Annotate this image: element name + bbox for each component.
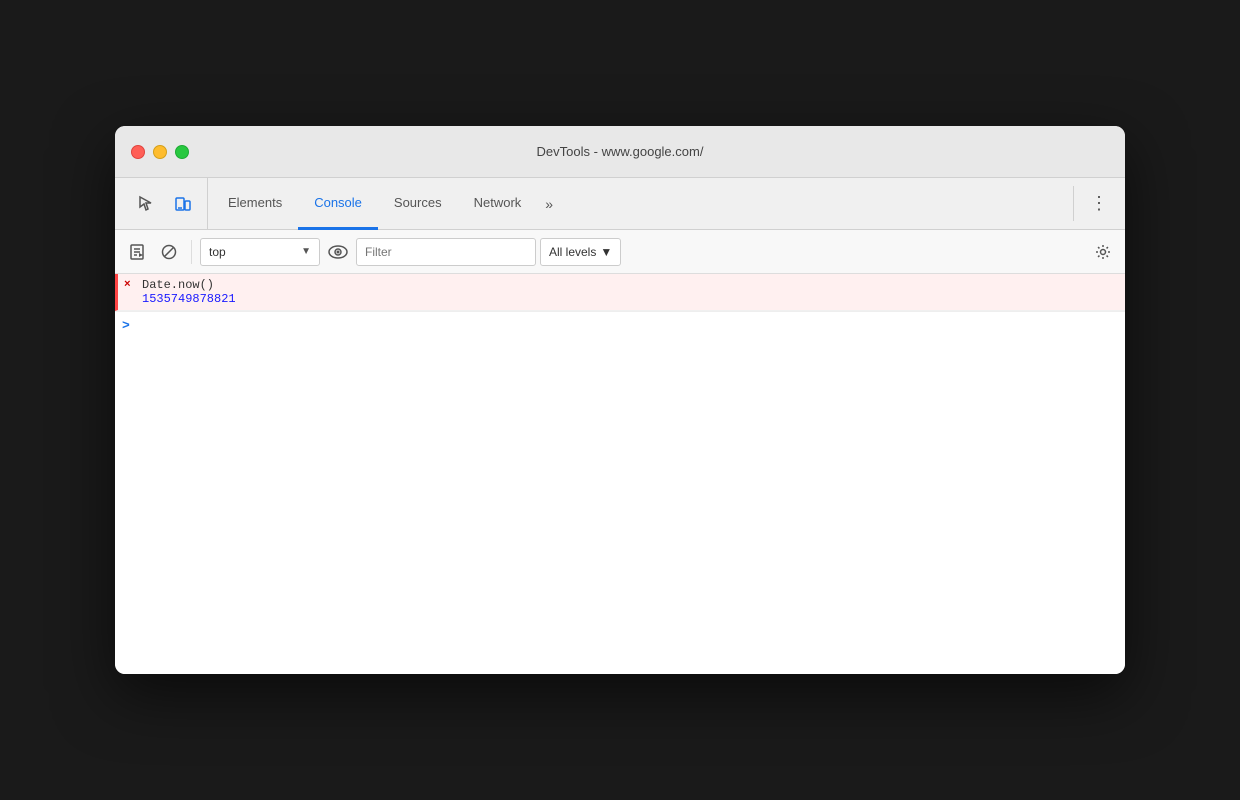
minimize-button[interactable]: [153, 145, 167, 159]
console-input-line[interactable]: >: [115, 311, 1125, 338]
entry-content: Date.now() 1535749878821: [142, 278, 1117, 306]
tab-spacer: [561, 178, 1065, 229]
tab-separator: [1073, 186, 1074, 221]
traffic-lights: [131, 145, 189, 159]
execute-icon[interactable]: [123, 238, 151, 266]
close-button[interactable]: [131, 145, 145, 159]
error-icon: ×: [124, 279, 131, 291]
console-entry: × Date.now() 1535749878821: [115, 274, 1125, 311]
maximize-button[interactable]: [175, 145, 189, 159]
window-title: DevTools - www.google.com/: [537, 144, 704, 159]
console-input[interactable]: [139, 318, 1117, 332]
filter-input[interactable]: [356, 238, 536, 266]
devtools-menu-button[interactable]: ⋮: [1082, 178, 1117, 229]
entry-command: Date.now(): [142, 278, 1117, 292]
devtools-window: DevTools - www.google.com/ Elements: [115, 126, 1125, 674]
context-selector[interactable]: top ▼: [200, 238, 320, 266]
tab-bar: Elements Console Sources Network » ⋮: [115, 178, 1125, 230]
clear-console-icon[interactable]: [155, 238, 183, 266]
context-value: top: [209, 245, 293, 259]
settings-icon[interactable]: [1089, 238, 1117, 266]
title-bar: DevTools - www.google.com/: [115, 126, 1125, 178]
log-levels-button[interactable]: All levels ▼: [540, 238, 621, 266]
eye-icon[interactable]: [324, 238, 352, 266]
tab-network[interactable]: Network: [458, 178, 538, 230]
tab-sources[interactable]: Sources: [378, 178, 458, 230]
devtools-icons: [123, 178, 208, 229]
inspect-icon[interactable]: [131, 188, 163, 220]
more-tabs-button[interactable]: »: [537, 178, 561, 229]
levels-dropdown-arrow: ▼: [600, 245, 612, 259]
toolbar-divider: [191, 240, 192, 264]
entry-result: 1535749878821: [142, 292, 1117, 306]
tab-console[interactable]: Console: [298, 178, 378, 230]
context-dropdown-arrow: ▼: [301, 246, 311, 257]
console-toolbar: top ▼ All levels ▼: [115, 230, 1125, 274]
input-prompt-icon: >: [122, 318, 130, 333]
console-output: × Date.now() 1535749878821 >: [115, 274, 1125, 674]
tab-elements[interactable]: Elements: [212, 178, 298, 230]
device-toolbar-icon[interactable]: [167, 188, 199, 220]
